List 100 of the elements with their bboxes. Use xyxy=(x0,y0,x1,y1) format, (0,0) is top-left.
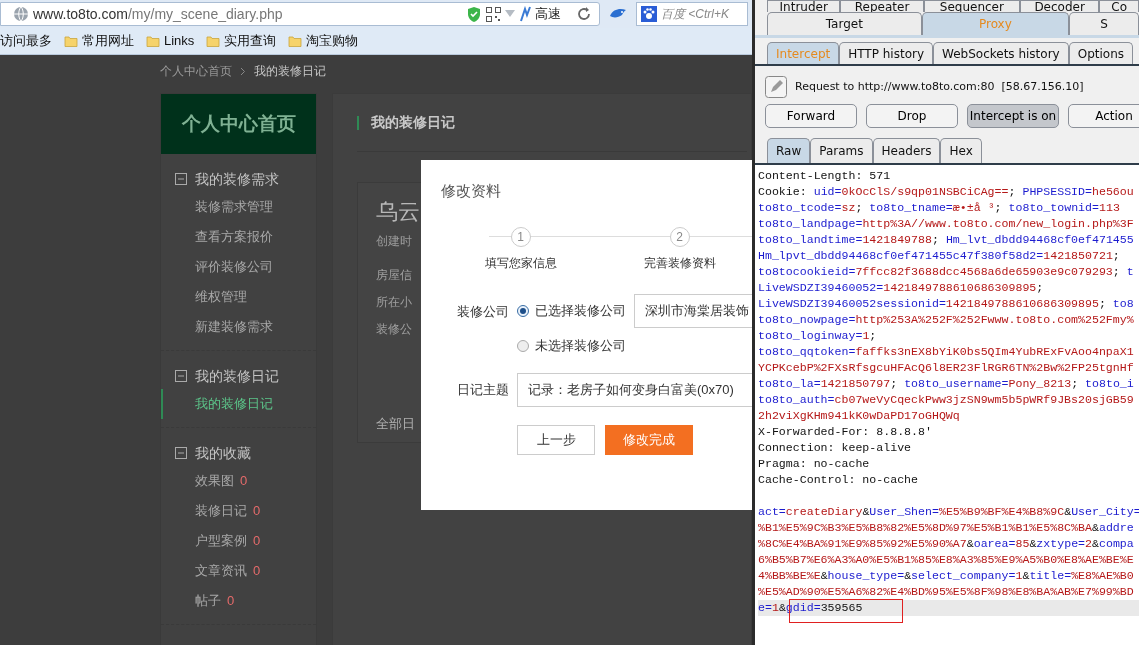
address-bar[interactable]: www.to8to.com/my/my_scene_diary.php 高速 xyxy=(0,2,600,26)
sidebar-header[interactable]: 个人中心首页 xyxy=(161,94,316,154)
tool-tab[interactable]: Target xyxy=(767,12,922,35)
group-title: 我的装修日记 xyxy=(195,366,279,386)
code-line: %B1%E5%9C%B3%E5%B8%82%E5%8D%97%E5%B1%B1%E5%8C%BA&addre xyxy=(758,521,1134,534)
breadcrumb-current: 我的装修日记 xyxy=(254,63,326,80)
item-count: 0 xyxy=(240,472,248,491)
speed-label[interactable]: 高速 xyxy=(535,4,561,24)
radio-label[interactable]: 已选择装修公司 xyxy=(535,300,626,321)
sidebar-item[interactable]: 装修日记 0 xyxy=(161,496,316,526)
subtab[interactable]: Options xyxy=(1068,42,1133,64)
collapse-icon[interactable] xyxy=(175,370,187,382)
sidebar-item[interactable]: 户型案例 0 xyxy=(161,526,316,556)
item-label: 文章资讯 xyxy=(195,562,247,581)
topic-field[interactable]: 记录：老房子如何变身白富美(0x70) xyxy=(517,372,752,407)
code-line: to8tocookieid=7ffcc82f3688dcc4568a6de65903e9c079293; t xyxy=(758,264,1134,280)
folder-icon xyxy=(206,34,221,48)
collapse-icon[interactable] xyxy=(175,447,187,459)
chevron-right-icon xyxy=(240,66,246,76)
sidebar-item[interactable]: 效果图 0 xyxy=(161,466,316,496)
step-number: 1 xyxy=(510,226,531,247)
code-line: to8to_tcode=sz; to8to_tname=æ•±å ³; to8to_townid=113 xyxy=(758,200,1120,216)
code-line: to8to_landpage=http%3A//www.to8to.com/new_login.php%3F xyxy=(758,216,1134,232)
step-label: 完善装修资料 xyxy=(643,254,716,272)
code-line: 6%B5%B7%E6%A3%A0%E5%B1%85%E8%A3%85%E9%A5%B0%E8%AE%BE%E xyxy=(758,553,1134,566)
action-button[interactable]: Drop xyxy=(866,104,958,128)
code-line: Connection: keep-alive xyxy=(758,440,912,456)
page-heading: 我的装修日记 xyxy=(371,113,455,132)
field-label: 装修公司 xyxy=(456,302,509,321)
code-line: to8to_landtime=1421849788; Hm_lvt_dbdd94468cf0ef471455 xyxy=(758,232,1134,248)
item-label: 查看方案报价 xyxy=(195,228,273,247)
view-tab[interactable]: Params xyxy=(810,138,873,163)
sidebar-item[interactable]: 评价装修公司 xyxy=(161,252,316,282)
item-label: 新建装修需求 xyxy=(195,318,273,337)
sidebar-item[interactable]: 我的装修日记 xyxy=(161,389,316,419)
diary-title: 乌云 xyxy=(376,198,420,226)
sidebar-item[interactable]: 帖子 0 xyxy=(161,586,316,616)
radio-button[interactable] xyxy=(517,304,529,317)
radio-label[interactable]: 未选择装修公司 xyxy=(535,335,626,356)
code-line: %E5%AD%90%E5%A6%82%E4%BD%95%E5%8F%98%E8%BA%AB%E7%99%BD xyxy=(758,585,1134,598)
bookmark[interactable]: 访问最多 xyxy=(0,31,52,51)
back-button[interactable]: 上一步 xyxy=(517,424,595,455)
bookmark[interactable]: 实用查询 xyxy=(206,31,277,51)
search-field[interactable]: 百度 <Ctrl+K xyxy=(636,2,748,26)
item-label: 装修日记 xyxy=(195,502,247,521)
item-count: 0 xyxy=(253,532,261,551)
subtab[interactable]: WebSockets history xyxy=(933,42,1069,64)
tool-tab[interactable]: Intruder xyxy=(767,0,841,12)
url-text: www.to8to.com/my/my_scene_diary.php xyxy=(33,4,283,24)
code-line: 4%BB%BE%E&house_type=&select_company=1&title=%E8%AE%B0 xyxy=(758,569,1134,582)
sidebar-item[interactable]: 查看方案报价 xyxy=(161,222,316,252)
sidebar-item[interactable]: 装修需求管理 xyxy=(161,192,316,222)
refresh-icon[interactable] xyxy=(577,7,591,21)
action-button[interactable]: Intercept is on xyxy=(967,104,1059,128)
item-label: 装修需求管理 xyxy=(195,198,273,217)
sidebar-item[interactable]: 文章资讯 0 xyxy=(161,556,316,586)
dialog-title: 修改资料 xyxy=(441,181,502,201)
sidebar-item[interactable]: 新建装修需求 xyxy=(161,312,316,342)
pencil-icon[interactable] xyxy=(765,76,787,98)
code-line: Hm_lpvt_dbdd94468cf0ef471455c47f380f58d2=1421850721; xyxy=(758,248,1120,264)
group-title: 我的收藏 xyxy=(195,443,251,463)
subtab[interactable]: HTTP history xyxy=(839,42,933,64)
tool-tab[interactable]: Co xyxy=(1099,0,1139,12)
item-label: 户型案例 xyxy=(195,532,247,551)
view-tab[interactable]: Hex xyxy=(940,138,982,163)
lightning-icon xyxy=(519,6,531,22)
tool-tab[interactable]: Decoder xyxy=(1019,0,1100,12)
sidebar-item[interactable]: 维权管理 xyxy=(161,282,316,312)
code-line: to8to_loginway=1; xyxy=(758,328,877,344)
qr-code-icon[interactable] xyxy=(486,6,501,22)
code-line: Cache-Control: no-cache xyxy=(758,472,919,488)
item-label: 维权管理 xyxy=(195,288,247,307)
code-line: to8to_qqtoken=faffks3nEX8bYiK0bs5QIm4YubRExFvAoo4npaX1 xyxy=(758,344,1134,360)
action-button[interactable]: Action xyxy=(1068,104,1139,128)
collapse-icon[interactable] xyxy=(175,173,187,185)
request-label: Request to http://www.to8to.com:80 [58.67.156.10] xyxy=(795,78,1084,95)
item-label: 我的装修日记 xyxy=(195,395,273,414)
code-line: to8to_nowpage=http%253A%252F%252Fwww.to8to.com%252Fmy% xyxy=(758,312,1134,328)
detail-label: 所在小 xyxy=(376,294,412,311)
step-number: 2 xyxy=(669,226,690,247)
bookmark[interactable]: Links xyxy=(146,31,195,51)
radio-button[interactable] xyxy=(517,339,529,352)
item-label: 帖子 xyxy=(195,592,221,611)
code-line: YCPKcebP%2FXsRfsgcuHFAcQ6l8ER23FlRGR6TN%2Bw%2FP25tgnHf xyxy=(758,360,1134,376)
breadcrumb-link[interactable]: 个人中心首页 xyxy=(160,62,232,80)
tool-tab[interactable]: S xyxy=(1069,12,1139,35)
folder-icon xyxy=(288,34,303,48)
code-line: LiveWSDZI39460052=1421849788610686309895; xyxy=(758,280,1044,296)
folder-icon xyxy=(146,34,160,48)
all-diaries-label: 全部日 xyxy=(376,415,415,433)
view-tab[interactable]: Headers xyxy=(872,138,941,163)
item-count: 0 xyxy=(227,592,235,611)
request-editor[interactable] xyxy=(755,165,1139,645)
diary-meta: 创建时 xyxy=(376,233,412,250)
item-label: 效果图 xyxy=(195,472,234,491)
detail-label: 装修公 xyxy=(376,321,412,338)
view-tab[interactable]: Raw xyxy=(767,138,811,163)
bookmark[interactable]: 常用网址 xyxy=(64,31,134,51)
action-button[interactable]: Forward xyxy=(765,104,857,128)
bookmark[interactable]: 淘宝购物 xyxy=(288,31,359,51)
